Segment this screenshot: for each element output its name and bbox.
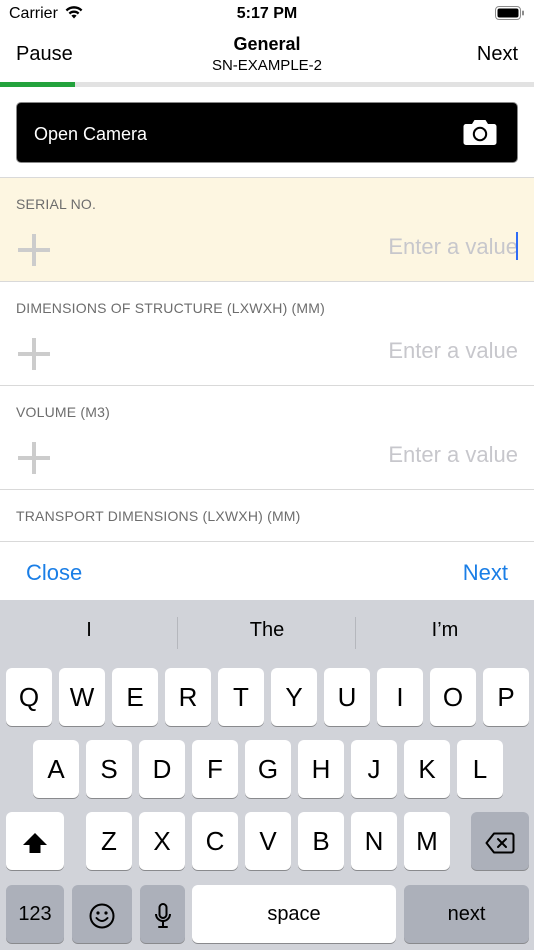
key-b[interactable]: B: [298, 812, 344, 870]
delete-key[interactable]: [471, 812, 529, 870]
key-e[interactable]: E: [112, 668, 158, 726]
shift-key[interactable]: [6, 812, 64, 870]
key-u[interactable]: U: [324, 668, 370, 726]
return-next-key[interactable]: next: [404, 885, 529, 943]
navigation-bar: Pause General SN-EXAMPLE-2 Next: [0, 28, 534, 82]
delete-icon: [485, 826, 515, 856]
key-h[interactable]: H: [298, 740, 344, 798]
progress-fill: [0, 82, 75, 87]
field-dimensions-of-structure: DIMENSIONS OF STRUCTURE (LXWXH) (MM): [0, 282, 534, 385]
open-camera-button[interactable]: Open Camera: [16, 102, 518, 163]
page-title: General: [233, 34, 301, 54]
key-j[interactable]: J: [351, 740, 397, 798]
key-d[interactable]: D: [139, 740, 185, 798]
key-o[interactable]: O: [430, 668, 476, 726]
key-x[interactable]: X: [139, 812, 185, 870]
dimensions-of-structure-input[interactable]: [218, 336, 518, 366]
key-t[interactable]: T: [218, 668, 264, 726]
clock: 5:17 PM: [236, 5, 298, 22]
serial-no-input[interactable]: [218, 232, 518, 262]
close-button[interactable]: Close: [26, 560, 82, 586]
key-p[interactable]: P: [483, 668, 529, 726]
shift-icon: [22, 826, 48, 856]
field-transport-dimensions: TRANSPORT DIMENSIONS (LXWXH) (MM): [0, 490, 534, 541]
key-g[interactable]: G: [245, 740, 291, 798]
space-key[interactable]: space: [192, 885, 396, 943]
suggestion-item[interactable]: I’m: [356, 619, 534, 642]
mic-key[interactable]: [140, 885, 185, 943]
key-m[interactable]: M: [404, 812, 450, 870]
page-subtitle: SN-EXAMPLE-2: [211, 57, 323, 74]
status-bar: Carrier 5:17 PM: [0, 0, 534, 28]
key-v[interactable]: V: [245, 812, 291, 870]
key-a[interactable]: A: [33, 740, 79, 798]
key-w[interactable]: W: [59, 668, 105, 726]
field-label: TRANSPORT DIMENSIONS (LXWXH) (MM): [16, 508, 301, 524]
text-caret: [516, 232, 518, 260]
keyboard: I The I’m Q W E R T Y U I O P A S D F G …: [0, 600, 534, 950]
numbers-key[interactable]: 123: [6, 885, 64, 943]
accessory-next-button[interactable]: Next: [463, 560, 508, 586]
open-camera-label: Open Camera: [34, 124, 148, 144]
camera-icon: [463, 119, 497, 151]
plus-icon[interactable]: [18, 234, 50, 266]
suggestion-item[interactable]: I: [0, 619, 178, 642]
plus-icon[interactable]: [18, 338, 50, 370]
emoji-key[interactable]: [72, 885, 132, 943]
key-s[interactable]: S: [86, 740, 132, 798]
key-q[interactable]: Q: [6, 668, 52, 726]
field-label: DIMENSIONS OF STRUCTURE (LXWXH) (MM): [16, 300, 325, 316]
volume-input[interactable]: [218, 440, 518, 470]
key-f[interactable]: F: [192, 740, 238, 798]
next-button[interactable]: Next: [477, 43, 518, 66]
battery-icon: [495, 6, 525, 26]
field-label: SERIAL NO.: [16, 196, 97, 212]
field-serial-no: SERIAL NO.: [0, 178, 534, 281]
key-c[interactable]: C: [192, 812, 238, 870]
key-z[interactable]: Z: [86, 812, 132, 870]
field-volume: VOLUME (M3): [0, 386, 534, 489]
key-i[interactable]: I: [377, 668, 423, 726]
key-y[interactable]: Y: [271, 668, 317, 726]
emoji-icon: [89, 899, 115, 929]
keyboard-accessory-bar: Close Next: [0, 541, 534, 601]
mic-icon: [154, 899, 172, 929]
key-r[interactable]: R: [165, 668, 211, 726]
key-k[interactable]: K: [404, 740, 450, 798]
plus-icon[interactable]: [18, 442, 50, 474]
suggestion-item[interactable]: The: [178, 619, 356, 642]
key-n[interactable]: N: [351, 812, 397, 870]
progress-bar: [0, 82, 534, 87]
field-label: VOLUME (M3): [16, 404, 110, 420]
key-l[interactable]: L: [457, 740, 503, 798]
